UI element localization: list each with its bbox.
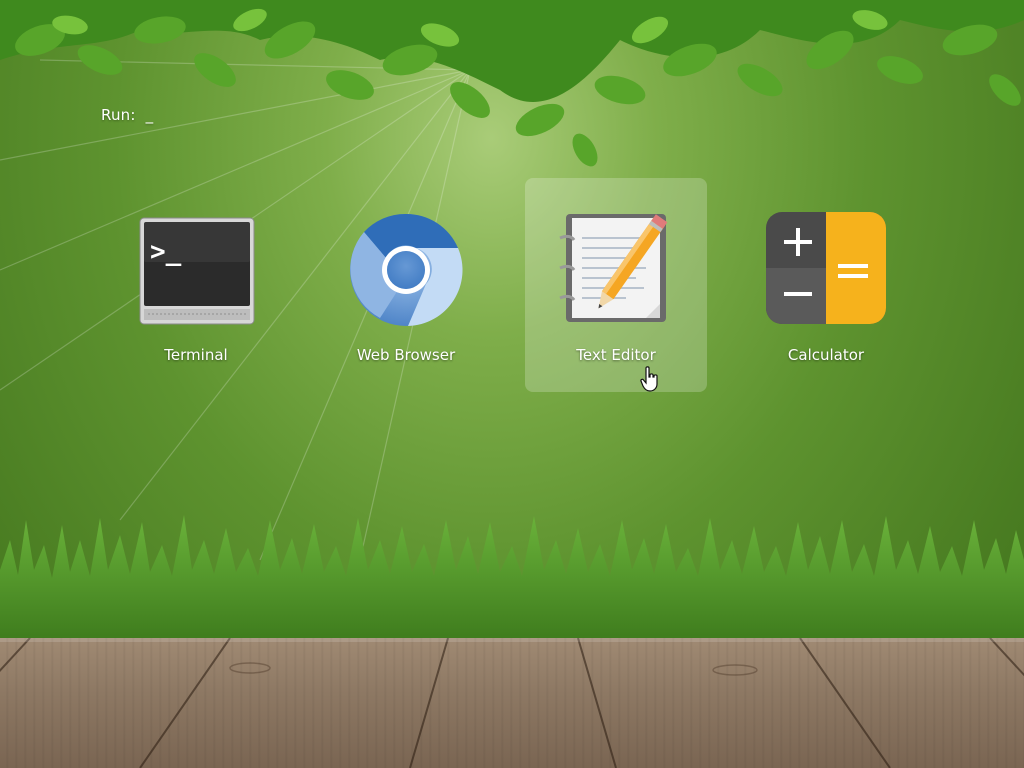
wooden-floor-decoration [0, 638, 1024, 768]
app-terminal[interactable]: >_ Terminal [105, 178, 287, 392]
text-editor-icon [556, 208, 676, 328]
app-web-browser[interactable]: Web Browser [315, 178, 497, 392]
app-label: Terminal [164, 346, 228, 364]
run-prompt-cursor: _ [145, 106, 154, 124]
svg-text:>_: >_ [150, 237, 182, 267]
calculator-icon [766, 208, 886, 328]
app-text-editor[interactable]: Text Editor [525, 178, 707, 392]
app-label: Web Browser [356, 346, 456, 364]
grass-decoration [0, 515, 1024, 645]
app-calculator[interactable]: Calculator [735, 178, 917, 392]
hand-pointer-icon [640, 366, 658, 392]
app-label: Text Editor [576, 346, 656, 364]
app-launcher: >_ Terminal Web Browser Text Editor Calc… [0, 178, 1024, 392]
run-prompt[interactable]: Run: _ [101, 106, 153, 124]
run-prompt-label: Run: [101, 106, 136, 124]
terminal-icon: >_ [136, 208, 256, 328]
leaves-decoration [0, 0, 1024, 167]
web-browser-icon [346, 208, 466, 328]
app-label: Calculator [787, 346, 865, 364]
